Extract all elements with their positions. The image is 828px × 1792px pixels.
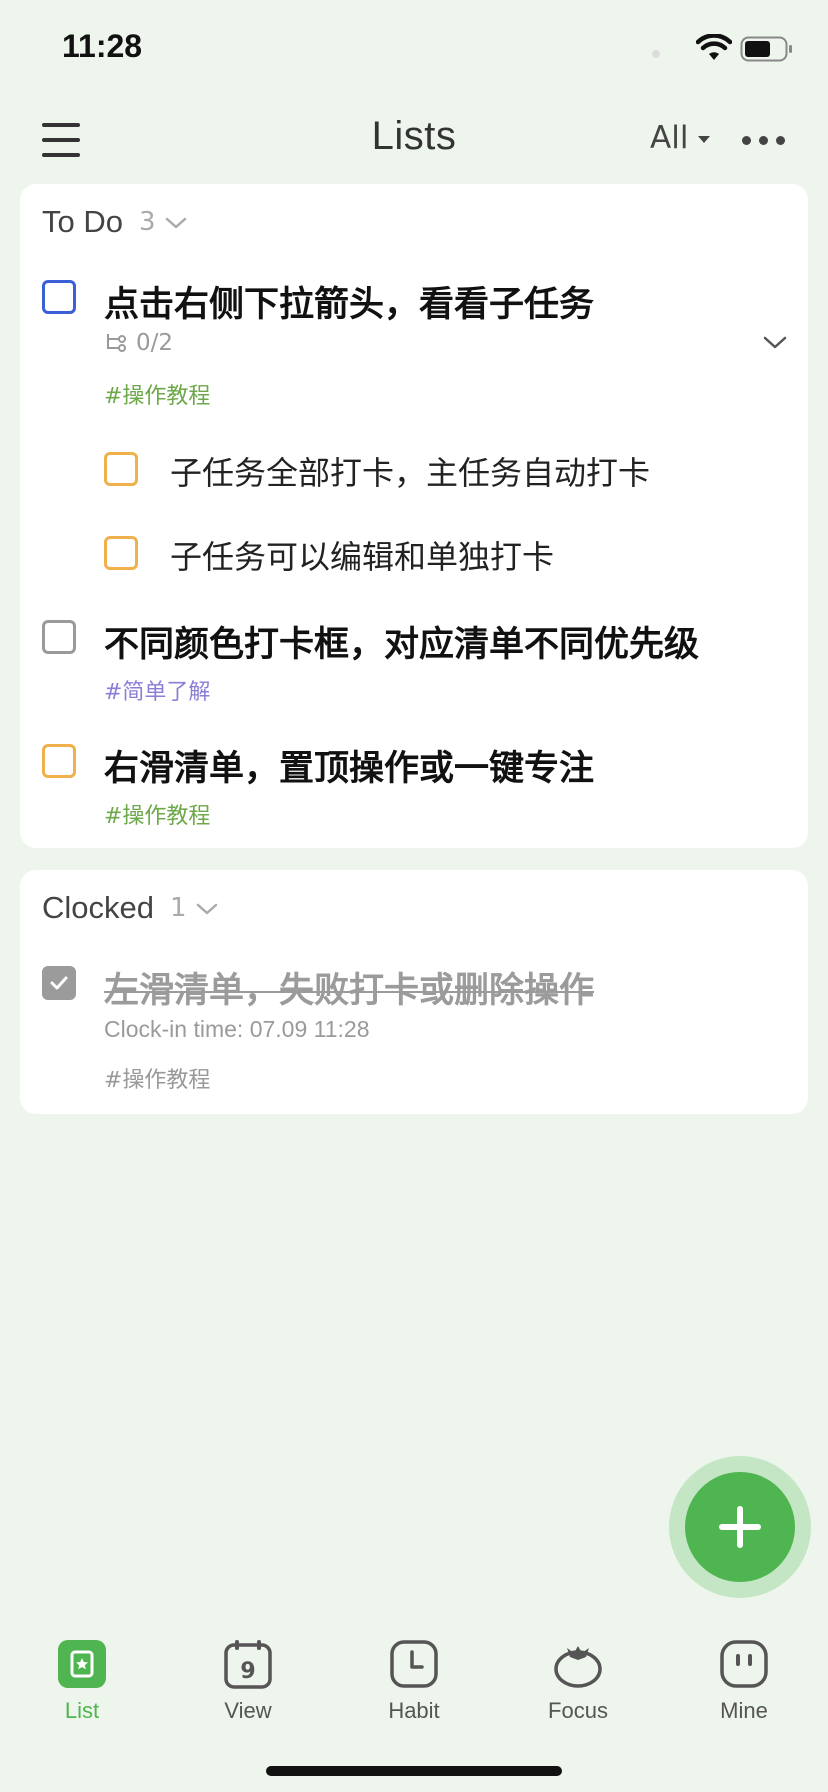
task-tag[interactable]: #操作教程 (104, 1062, 210, 1094)
task-title: 左滑清单，失败打卡或删除操作 (104, 971, 595, 1011)
task-title: 点击右侧下拉箭头，看看子任务 (104, 285, 595, 325)
task-title: 不同颜色打卡框，对应清单不同优先级 (104, 625, 700, 665)
top-app-bar: Lists All (0, 100, 828, 182)
caret-down-icon (698, 135, 711, 143)
section-count: 1 (170, 893, 187, 923)
task-tag[interactable]: #操作教程 (104, 378, 210, 410)
section-count: 3 (138, 207, 156, 237)
calendar-icon: 9 (224, 1640, 272, 1689)
subtask-progress-text: 0/2 (136, 330, 174, 356)
chevron-down-icon[interactable] (195, 901, 219, 917)
checkmark-icon (50, 976, 68, 990)
expand-subtasks-chevron-icon[interactable] (762, 334, 788, 352)
todo-section-card: To Do 3 点击右侧下拉箭头，看看子任务 0/2 #操作教程 子任务全部打卡… (20, 184, 808, 848)
status-time: 11:28 (62, 28, 143, 64)
plus-icon (719, 1506, 761, 1548)
tab-label: List (64, 1698, 100, 1723)
todo-section-header[interactable]: To Do 3 (42, 204, 188, 240)
add-task-button[interactable] (685, 1472, 795, 1582)
subtask-branch-icon (107, 334, 126, 352)
subtask-progress: 0/2 (104, 330, 173, 356)
tab-label: Focus (548, 1698, 608, 1723)
clock-in-time: Clock-in time: 07.09 11:28 (104, 1016, 370, 1042)
clocked-section-header[interactable]: Clocked 1 (42, 890, 219, 926)
subtask-title[interactable]: 子任务可以编辑和单独打卡 (170, 532, 554, 578)
wifi-icon (696, 34, 732, 60)
chevron-down-icon[interactable] (164, 215, 188, 231)
list-icon (58, 1640, 106, 1688)
clocked-section-card: Clocked 1 左滑清单，失败打卡或删除操作 Clock-in time: … (20, 870, 808, 1114)
tab-mine[interactable]: Mine (684, 1638, 804, 1724)
task-title: 右滑清单，置顶操作或一键专注 (104, 749, 595, 789)
home-indicator (266, 1766, 562, 1776)
task-checkbox[interactable] (42, 280, 76, 314)
privacy-dot-icon (652, 50, 660, 58)
tab-view[interactable]: 9 View (188, 1638, 308, 1724)
tab-list[interactable]: List (22, 1638, 142, 1724)
section-title: To Do (42, 204, 123, 239)
tab-habit[interactable]: Habit (354, 1638, 474, 1724)
tab-label: View (224, 1698, 272, 1723)
section-title: Clocked (42, 890, 154, 925)
tab-label: Habit (388, 1698, 440, 1723)
profile-face-icon (720, 1640, 768, 1688)
calendar-day: 9 (240, 1659, 255, 1684)
tab-focus[interactable]: Focus (518, 1638, 638, 1724)
bottom-tab-bar: List 9 View Habit Focus Mine (0, 1620, 828, 1730)
task-tag[interactable]: #操作教程 (104, 798, 210, 830)
tab-label: Mine (720, 1698, 768, 1723)
clock-icon (390, 1640, 438, 1688)
filter-label: All (650, 120, 689, 156)
filter-dropdown[interactable]: All (650, 120, 711, 156)
subtask-title[interactable]: 子任务全部打卡，主任务自动打卡 (170, 448, 650, 494)
tomato-icon (554, 1646, 602, 1688)
subtask-checkbox[interactable] (104, 452, 138, 486)
task-checkbox-checked[interactable] (42, 966, 76, 1000)
more-options-icon[interactable] (742, 136, 785, 145)
battery-icon (740, 36, 792, 62)
subtask-checkbox[interactable] (104, 536, 138, 570)
task-checkbox[interactable] (42, 744, 76, 778)
task-checkbox[interactable] (42, 620, 76, 654)
status-bar: 11:28 (0, 0, 828, 100)
task-tag[interactable]: #简单了解 (104, 674, 210, 706)
